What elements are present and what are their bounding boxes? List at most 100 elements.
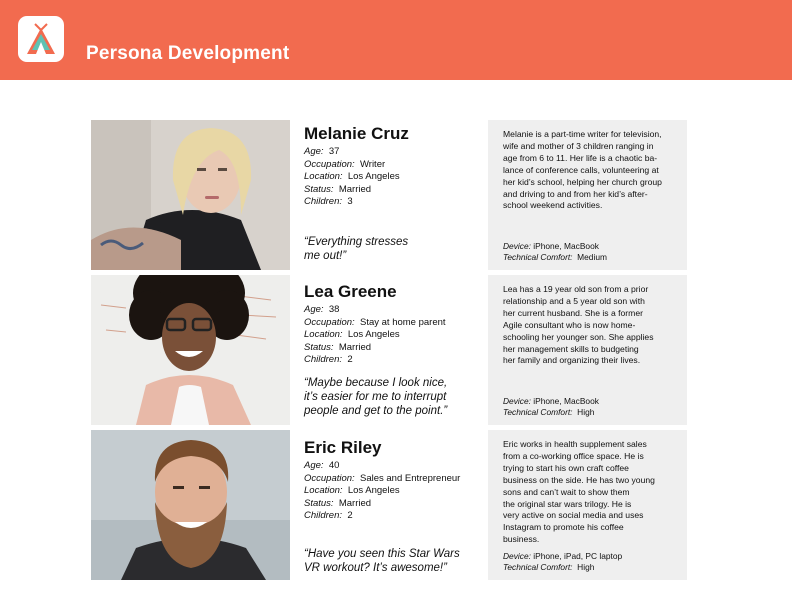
location-value: Los Angeles <box>347 485 400 496</box>
status-value: Married <box>338 341 372 353</box>
status-row: Status: Married <box>304 498 480 511</box>
age-value: 40 <box>328 460 340 471</box>
occupation-value: Writer <box>359 158 386 170</box>
location-label: Location: <box>304 171 343 182</box>
bio-line: trying to start his own craft coffee <box>503 462 629 473</box>
persona-quote-lea: “Maybe because I look nice, it’s easier … <box>304 376 484 418</box>
comfort-row: Technical Comfort: High <box>503 407 599 418</box>
status-value: Married <box>338 183 372 195</box>
occupation-row: Occupation: Stay at home parent <box>304 317 480 330</box>
bio-text: Melanie is a part-time writer for televi… <box>503 129 680 212</box>
quote-line: “Everything stresses <box>304 236 409 248</box>
location-value: Los Angeles <box>347 171 400 182</box>
comfort-value: High <box>577 407 595 417</box>
age-label: Age: <box>304 460 324 471</box>
children-value: 2 <box>347 510 353 521</box>
children-label: Children: <box>304 510 343 521</box>
bio-line: the original star wars trilogy. He is <box>503 498 632 509</box>
occupation-row: Occupation: Sales and Entrepreneur <box>304 473 480 486</box>
occupation-label: Occupation: <box>304 316 355 328</box>
age-row: Age: 37 <box>304 146 480 159</box>
app-logo <box>18 16 64 62</box>
children-value: 3 <box>347 196 353 207</box>
bio-line: business. <box>503 534 540 545</box>
persona-details-melanie: Melanie Cruz Age: 37 Occupation: Writer … <box>304 124 480 209</box>
bio-line: schooling her younger son. She applies <box>503 331 654 342</box>
bio-line: sons and can’t wait to show them <box>503 486 630 497</box>
bio-meta: Device: iPhone, iPad, PC laptop Technica… <box>503 551 622 573</box>
persona-bio-eric: Eric works in health supplement sales fr… <box>488 430 687 580</box>
persona-quote-melanie: “Everything stresses me out!” <box>304 235 484 263</box>
bio-meta: Device: iPhone, MacBook Technical Comfor… <box>503 241 607 263</box>
header-bar: Persona Development <box>0 0 792 80</box>
bio-line: her family and organizing their lives. <box>503 355 641 366</box>
children-row: Children: 2 <box>304 510 480 523</box>
quote-line: “Maybe because I look nice, <box>304 377 448 389</box>
status-label: Status: <box>304 183 334 195</box>
persona-bio-lea: Lea has a 19 year old son from a prior r… <box>488 275 687 425</box>
children-label: Children: <box>304 354 343 365</box>
bio-line: and driving to and from her kid’s after- <box>503 188 648 199</box>
occupation-value: Sales and Entrepreneur <box>359 472 461 484</box>
occupation-value: Stay at home parent <box>359 316 446 328</box>
page-title: Persona Development <box>86 43 290 64</box>
device-label: Device: <box>503 551 531 561</box>
bio-line: Agile consultant who is now home- <box>503 319 636 330</box>
status-label: Status: <box>304 341 334 353</box>
location-row: Location: Los Angeles <box>304 171 480 184</box>
location-label: Location: <box>304 485 343 496</box>
quote-line: people and get to the point.” <box>304 405 448 417</box>
bio-line: business on the side. He has two young <box>503 474 655 485</box>
comfort-label: Technical Comfort: <box>503 407 573 417</box>
device-label: Device: <box>503 241 531 251</box>
occupation-label: Occupation: <box>304 472 355 484</box>
bio-meta: Device: iPhone, MacBook Technical Comfor… <box>503 396 599 418</box>
bio-line: Instagram to promote his coffee <box>503 522 624 533</box>
device-value: iPhone, MacBook <box>533 241 599 251</box>
bio-line: her kid’s school, helping her church gro… <box>503 176 662 187</box>
persona-name: Eric Riley <box>304 438 382 457</box>
comfort-row: Technical Comfort: Medium <box>503 252 607 263</box>
persona-details-lea: Lea Greene Age: 38 Occupation: Stay at h… <box>304 282 480 367</box>
device-value: iPhone, MacBook <box>533 396 599 406</box>
status-value: Married <box>338 497 372 509</box>
bio-line: Melanie is a part-time writer for televi… <box>503 129 662 139</box>
age-row: Age: 38 <box>304 304 480 317</box>
tent-icon <box>27 23 55 54</box>
children-value: 2 <box>347 354 353 365</box>
bio-line: her management skills to budgeting <box>503 343 639 354</box>
quote-line: “Have you seen this Star Wars <box>304 548 460 560</box>
comfort-label: Technical Comfort: <box>503 562 573 572</box>
location-value: Los Angeles <box>347 329 400 340</box>
bio-line: relationship and a 5 year old son with <box>503 295 645 306</box>
comfort-row: Technical Comfort: High <box>503 562 622 573</box>
comfort-label: Technical Comfort: <box>503 252 573 262</box>
bio-line: school weekend activities. <box>503 200 603 211</box>
bio-line: from a co-working office space. He is <box>503 450 644 461</box>
children-row: Children: 3 <box>304 196 480 209</box>
device-row: Device: iPhone, iPad, PC laptop <box>503 551 622 562</box>
bio-line: Eric works in health supplement sales <box>503 439 647 449</box>
bio-line: her current husband. She is a former <box>503 307 643 318</box>
children-label: Children: <box>304 196 343 207</box>
quote-line: it’s easier for me to interrupt <box>304 391 447 403</box>
status-label: Status: <box>304 497 334 509</box>
bio-line: lance of conference calls, volunteering … <box>503 164 659 175</box>
status-row: Status: Married <box>304 342 480 355</box>
device-row: Device: iPhone, MacBook <box>503 241 607 252</box>
age-value: 37 <box>328 146 340 157</box>
children-row: Children: 2 <box>304 354 480 367</box>
bio-text: Eric works in health supplement sales fr… <box>503 439 680 546</box>
persona-name: Lea Greene <box>304 282 397 301</box>
location-row: Location: Los Angeles <box>304 485 480 498</box>
persona-quote-eric: “Have you seen this Star Wars VR workout… <box>304 547 484 575</box>
location-label: Location: <box>304 329 343 340</box>
location-row: Location: Los Angeles <box>304 329 480 342</box>
device-row: Device: iPhone, MacBook <box>503 396 599 407</box>
persona-photo-lea <box>91 275 290 425</box>
persona-name: Melanie Cruz <box>304 124 409 143</box>
age-row: Age: 40 <box>304 460 480 473</box>
age-label: Age: <box>304 304 324 315</box>
bio-line: very active on social media and uses <box>503 510 644 521</box>
persona-bio-melanie: Melanie is a part-time writer for televi… <box>488 120 687 270</box>
